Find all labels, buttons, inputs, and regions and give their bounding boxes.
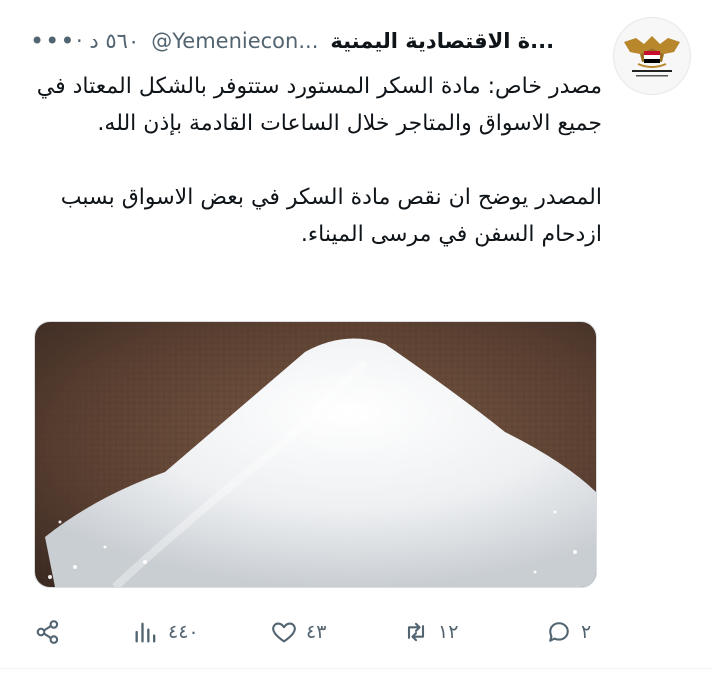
user-handle[interactable]: @Yemeniecon...	[151, 29, 318, 53]
retweet-icon	[407, 622, 425, 642]
tweet-paragraph: المصدر يوضح ان نقص مادة السكر في بعض الا…	[60, 185, 602, 247]
heart-icon	[272, 622, 296, 643]
tweet-paragraph: مصدر خاص: مادة السكر المستورد ستتوفر بال…	[36, 74, 602, 136]
tweet-text: مصدر خاص: مادة السكر المستورد ستتوفر بال…	[36, 68, 602, 253]
avatar[interactable]	[613, 17, 691, 95]
views-count: ٤٤٠	[168, 621, 199, 643]
eagle-emblem-icon	[614, 18, 690, 94]
retweet-button[interactable]: ١٢	[402, 612, 458, 652]
sugar-photo	[35, 322, 596, 587]
reply-icon	[549, 622, 569, 642]
more-options-icon[interactable]: •••	[30, 29, 74, 53]
share-button[interactable]	[34, 612, 62, 652]
views-chart-icon	[135, 622, 156, 643]
tweet-header: ••• ٥٦٠ د · @Yemeniecon... ...ة الاقتصاد…	[30, 26, 602, 56]
divider	[0, 668, 712, 669]
tweet-timestamp[interactable]: ٥٦٠ د ·	[76, 29, 139, 53]
share-icon	[36, 620, 59, 644]
like-button[interactable]: ٤٣	[270, 612, 326, 652]
tweet-actions: ٢ ١٢ ٤٣ ٤٤٠	[0, 612, 712, 652]
tweet-card[interactable]: ••• ٥٦٠ د · @Yemeniecon... ...ة الاقتصاد…	[0, 0, 712, 677]
retweet-count: ١٢	[438, 621, 459, 643]
display-name[interactable]: ...ة الاقتصادية اليمنية	[330, 29, 554, 53]
reply-count: ٢	[581, 621, 592, 643]
like-count: ٤٣	[306, 621, 327, 643]
tweet-media-image[interactable]	[34, 321, 597, 588]
reply-button[interactable]: ٢	[545, 612, 591, 652]
views-button[interactable]: ٤٤٠	[132, 612, 199, 652]
